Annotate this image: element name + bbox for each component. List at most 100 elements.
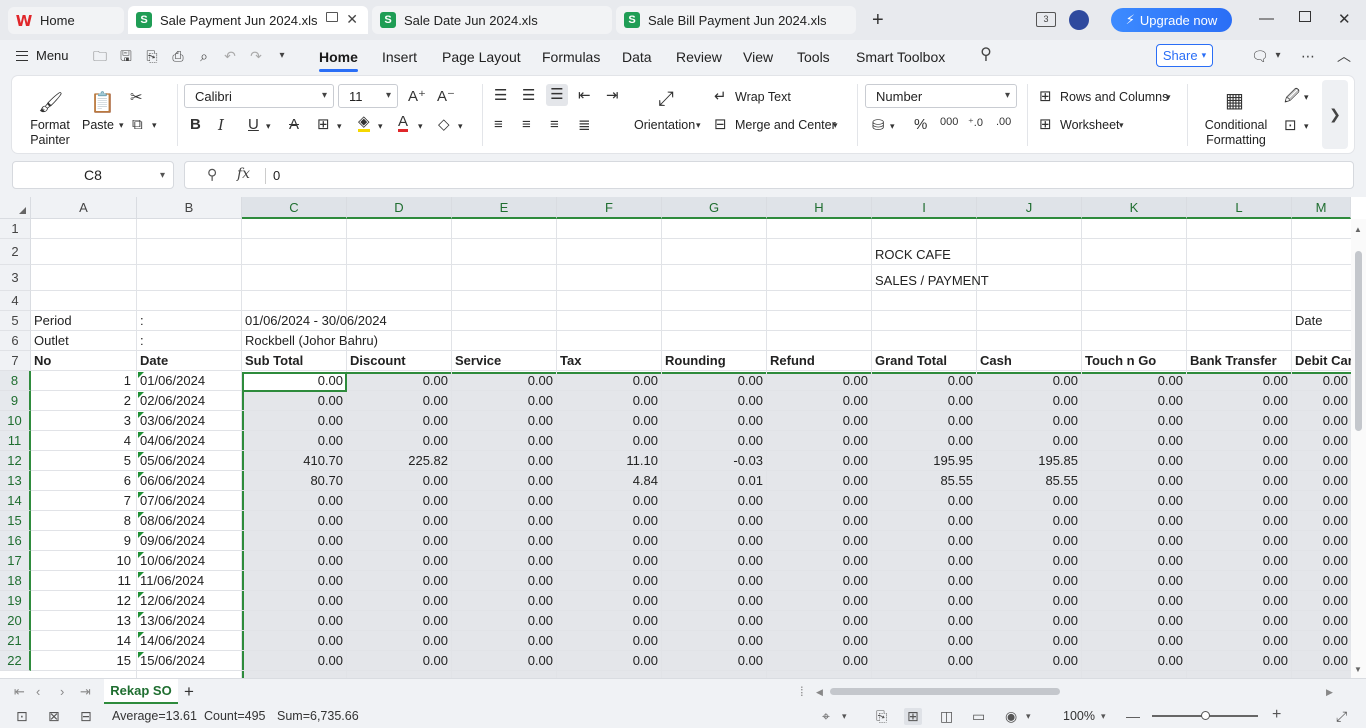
table-cell[interactable]: 0.00 <box>980 631 1081 651</box>
table-cell[interactable]: 0.00 <box>665 631 766 651</box>
table-cell[interactable]: 10/06/2024 <box>140 551 241 571</box>
table-cell[interactable]: 3 <box>34 411 134 431</box>
tab-view[interactable]: View <box>743 49 773 65</box>
table-cell[interactable]: 0.00 <box>980 411 1081 431</box>
table-cell[interactable]: 0.00 <box>455 551 556 571</box>
copy-icon[interactable]: ⧉ <box>132 116 143 133</box>
table-cell[interactable]: 0.00 <box>560 591 661 611</box>
table-cell[interactable]: 0.00 <box>770 571 871 591</box>
add-sheet-plus-icon[interactable]: + <box>184 682 194 702</box>
tab-review[interactable]: Review <box>676 49 722 65</box>
table-cell[interactable]: 0.00 <box>665 611 766 631</box>
table-header-cell[interactable]: No <box>34 351 136 371</box>
table-cell[interactable]: 0.00 <box>560 431 661 451</box>
table-cell[interactable]: 0.00 <box>560 571 661 591</box>
table-cell[interactable]: 14 <box>34 631 134 651</box>
page-layout-toggle-icon[interactable]: ⌖ <box>822 708 830 725</box>
rows-columns-label[interactable]: Rows and Columns <box>1060 90 1168 104</box>
table-header-cell[interactable]: Discount <box>350 351 451 371</box>
table-header-cell[interactable]: Grand Total <box>875 351 976 371</box>
table-cell[interactable]: 8 <box>34 511 134 531</box>
table-cell[interactable]: 0.00 <box>455 391 556 411</box>
tab-home-ribbon[interactable]: Home <box>319 49 358 72</box>
table-cell[interactable]: 0.00 <box>350 631 451 651</box>
table-cell[interactable]: 0.00 <box>1085 471 1186 491</box>
table-cell[interactable]: 0.00 <box>560 411 661 431</box>
column-header-i[interactable]: I <box>872 197 977 219</box>
table-cell[interactable]: 0.00 <box>1190 511 1291 531</box>
column-header-m[interactable]: M <box>1292 197 1351 219</box>
page-view-icon[interactable]: ▭ <box>972 708 985 725</box>
period-value-cell[interactable]: 01/06/2024 - 30/06/2024 <box>245 311 445 331</box>
table-cell[interactable]: 0.00 <box>1190 551 1291 571</box>
table-cell[interactable]: 7 <box>34 491 134 511</box>
window-panel-icon[interactable]: 3 <box>1036 12 1056 27</box>
table-cell[interactable]: 0.00 <box>245 551 346 571</box>
tab-split-handle-icon[interactable]: ⁞ <box>800 684 804 699</box>
table-cell[interactable]: 0.00 <box>1190 471 1291 491</box>
table-cell[interactable]: 0.00 <box>560 551 661 571</box>
table-cell[interactable]: 0.00 <box>875 411 976 431</box>
table-cell[interactable]: 0.00 <box>1085 571 1186 591</box>
table-cell[interactable]: 0.00 <box>1085 631 1186 651</box>
tab-tools[interactable]: Tools <box>797 49 830 65</box>
table-cell[interactable]: 0.00 <box>1190 611 1291 631</box>
zoom-in-icon[interactable]: + <box>1272 706 1281 724</box>
table-cell[interactable]: 07/06/2024 <box>140 491 241 511</box>
row-header-11[interactable]: 11 <box>0 431 31 451</box>
row-header-18[interactable]: 18 <box>0 571 31 591</box>
align-middle-icon[interactable]: ☰ <box>522 86 535 104</box>
layout-dropdown-icon[interactable]: ▾ <box>842 711 847 722</box>
column-header-g[interactable]: G <box>662 197 767 219</box>
row-header-22[interactable]: 22 <box>0 651 31 671</box>
column-header-c[interactable]: C <box>242 197 347 219</box>
table-cell[interactable]: 1 <box>34 371 134 391</box>
table-cell[interactable]: 0.00 <box>1295 411 1351 431</box>
underline-dropdown-icon[interactable]: ▾ <box>266 121 271 132</box>
table-cell[interactable]: 0.00 <box>350 511 451 531</box>
table-cell[interactable]: 0.00 <box>245 491 346 511</box>
table-cell[interactable]: 0.00 <box>455 471 556 491</box>
last-sheet-icon[interactable]: ⇥ <box>80 684 91 700</box>
table-header-cell[interactable]: Debit Car <box>1295 351 1351 371</box>
worksheet-grid[interactable]: A B C D E F G H I J K L M 1 2 3 4 5 6 7 8 9 10 11 12 13 14 15 16 17 18… <box>0 197 1366 678</box>
rows-columns-dropdown-icon[interactable]: ▾ <box>1166 92 1171 103</box>
tab-home[interactable]: W Home <box>8 7 124 34</box>
table-cell[interactable]: 0.00 <box>350 571 451 591</box>
row-header-6[interactable]: 6 <box>0 331 31 351</box>
decrease-decimal-icon[interactable]: .00 <box>996 116 1011 128</box>
paste-icon[interactable]: 📋 <box>90 90 115 115</box>
table-cell[interactable]: 0.00 <box>1190 651 1291 671</box>
table-cell[interactable]: 0.00 <box>560 631 661 651</box>
table-cell[interactable]: 15/06/2024 <box>140 651 241 671</box>
table-cell[interactable]: 195.95 <box>875 451 976 471</box>
formula-bar[interactable]: ⚲ fx 0 <box>184 161 1354 189</box>
table-cell[interactable]: 0.00 <box>665 491 766 511</box>
table-cell[interactable]: 0.00 <box>875 651 976 671</box>
zoom-dropdown-icon[interactable]: ▾ <box>1101 711 1106 722</box>
table-cell[interactable]: 0.00 <box>770 631 871 651</box>
table-cell[interactable]: 0.00 <box>1190 571 1291 591</box>
table-cell[interactable]: 0.00 <box>770 451 871 471</box>
row-header-1[interactable]: 1 <box>0 219 31 239</box>
table-cell[interactable]: 0.00 <box>875 611 976 631</box>
table-cell[interactable]: 0.00 <box>875 491 976 511</box>
increase-indent-icon[interactable]: ⇥ <box>606 86 619 104</box>
format-painter-icon[interactable]: 🖌 <box>38 90 63 115</box>
table-cell[interactable]: 12/06/2024 <box>140 591 241 611</box>
table-cell[interactable]: 0.00 <box>1085 371 1186 391</box>
formula-input[interactable]: 0 <box>273 168 280 183</box>
table-cell[interactable]: 4 <box>34 431 134 451</box>
table-cell[interactable]: 0.00 <box>665 531 766 551</box>
table-cell[interactable]: 05/06/2024 <box>140 451 241 471</box>
worksheet-label[interactable]: Worksheet <box>1060 118 1120 132</box>
table-cell[interactable]: 0.00 <box>665 591 766 611</box>
row-header-7[interactable]: 7 <box>0 351 31 371</box>
row-header-3[interactable]: 3 <box>0 265 31 291</box>
table-cell[interactable]: 0.00 <box>455 451 556 471</box>
sheet-tab-rekap-so[interactable]: Rekap SO <box>104 679 178 704</box>
table-cell[interactable]: 0.00 <box>245 611 346 631</box>
table-cell[interactable]: 0.00 <box>1190 371 1291 391</box>
decrease-indent-icon[interactable]: ⇤ <box>578 86 591 104</box>
restore-icon[interactable] <box>1299 11 1311 22</box>
